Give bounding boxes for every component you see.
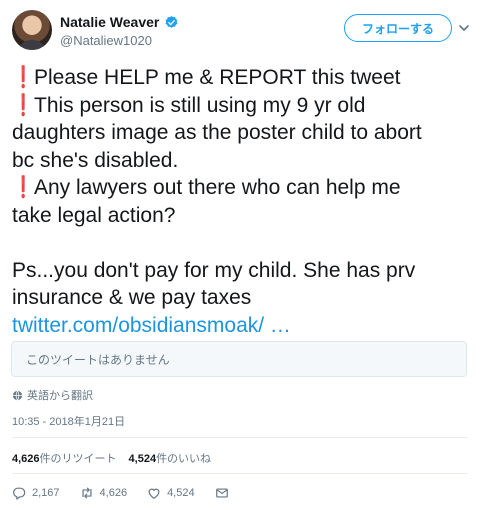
tweet-timestamp[interactable]: 10:35 - 2018年1月21日 bbox=[12, 413, 125, 429]
follow-button[interactable]: フォローする bbox=[344, 14, 452, 42]
tweet-line: ❗Please HELP me & REPORT this tweet bbox=[12, 64, 472, 92]
unavailable-text: このツイートはありません bbox=[26, 352, 170, 367]
retweet-count: 4,626 bbox=[99, 487, 128, 499]
translate-button[interactable]: 英語から翻訳 bbox=[12, 387, 93, 403]
reply-count: 2,167 bbox=[32, 487, 60, 499]
tweet-line: ❗This person is still using my 9 yr old bbox=[12, 92, 472, 120]
translate-label: 英語から翻訳 bbox=[27, 390, 93, 402]
reply-icon bbox=[13, 487, 26, 500]
direct-message-button[interactable] bbox=[215, 486, 229, 500]
tweet-line-text: This person is still using my 9 yr old bbox=[34, 93, 366, 117]
likes-stat-count: 4,524 bbox=[128, 453, 157, 465]
tweet-line-text: Any lawyers out there who can help me bbox=[34, 176, 401, 199]
author-handle[interactable]: @Nataliew1020 bbox=[60, 33, 152, 48]
reply-button[interactable]: 2,167 bbox=[12, 486, 60, 500]
tweet-line: take legal action? bbox=[12, 203, 176, 227]
tweet-line: twitter.com/obsidiansmoak/ … bbox=[12, 312, 472, 340]
retweets-stat-count: 4,626 bbox=[12, 453, 40, 465]
tweet-link[interactable]: twitter.com/obsidiansmoak/ … bbox=[12, 314, 291, 337]
tweet-line: insurance & we pay taxes bbox=[12, 286, 252, 309]
exclamation-icon: ❗ bbox=[14, 66, 33, 89]
tweet-line: Ps...you don't pay for my child. She has… bbox=[12, 258, 416, 282]
retweet-icon bbox=[81, 487, 92, 499]
tweet-line: bc she's disabled. bbox=[12, 148, 179, 172]
tweet-text: ❗Please HELP me & REPORT this tweet ❗Thi… bbox=[12, 64, 472, 339]
exclamation-icon: ❗ bbox=[14, 93, 33, 117]
tweet-header: Natalie Weaver @Nataliew1020 フォローする bbox=[12, 10, 470, 54]
like-count: 4,524 bbox=[167, 487, 195, 499]
divider bbox=[12, 473, 468, 474]
divider bbox=[12, 437, 468, 438]
retweets-stat-label: 件のリツイート bbox=[39, 453, 117, 465]
tweet-stats: 4,626件のリツイート 4,524件のいいね bbox=[12, 450, 211, 466]
exclamation-icon: ❗ bbox=[14, 176, 33, 199]
like-button[interactable]: 4,524 bbox=[147, 486, 195, 500]
globe-icon bbox=[12, 390, 23, 400]
verified-badge-icon bbox=[165, 15, 178, 28]
tweet-line-text: Please HELP me & REPORT this tweet bbox=[34, 66, 401, 89]
chevron-down-icon[interactable] bbox=[458, 22, 470, 34]
heart-icon bbox=[148, 488, 160, 499]
likes-stat-label: 件のいいね bbox=[156, 453, 212, 465]
author-name-row: Natalie Weaver bbox=[60, 14, 179, 30]
retweets-stat[interactable]: 4,626件のリツイート bbox=[12, 450, 117, 466]
tweet-actions: 2,167 4,626 4,524 bbox=[12, 486, 249, 500]
tweet-line: daughters image as the poster child to a… bbox=[12, 121, 422, 144]
retweet-button[interactable]: 4,626 bbox=[80, 486, 128, 500]
likes-stat[interactable]: 4,524件のいいね bbox=[129, 450, 212, 466]
quoted-tweet-unavailable: このツイートはありません bbox=[11, 341, 467, 377]
tweet-line: ❗Any lawyers out there who can help me bbox=[12, 174, 472, 202]
avatar[interactable] bbox=[12, 10, 52, 50]
envelope-icon bbox=[215, 488, 228, 498]
author-name[interactable]: Natalie Weaver bbox=[60, 14, 159, 30]
